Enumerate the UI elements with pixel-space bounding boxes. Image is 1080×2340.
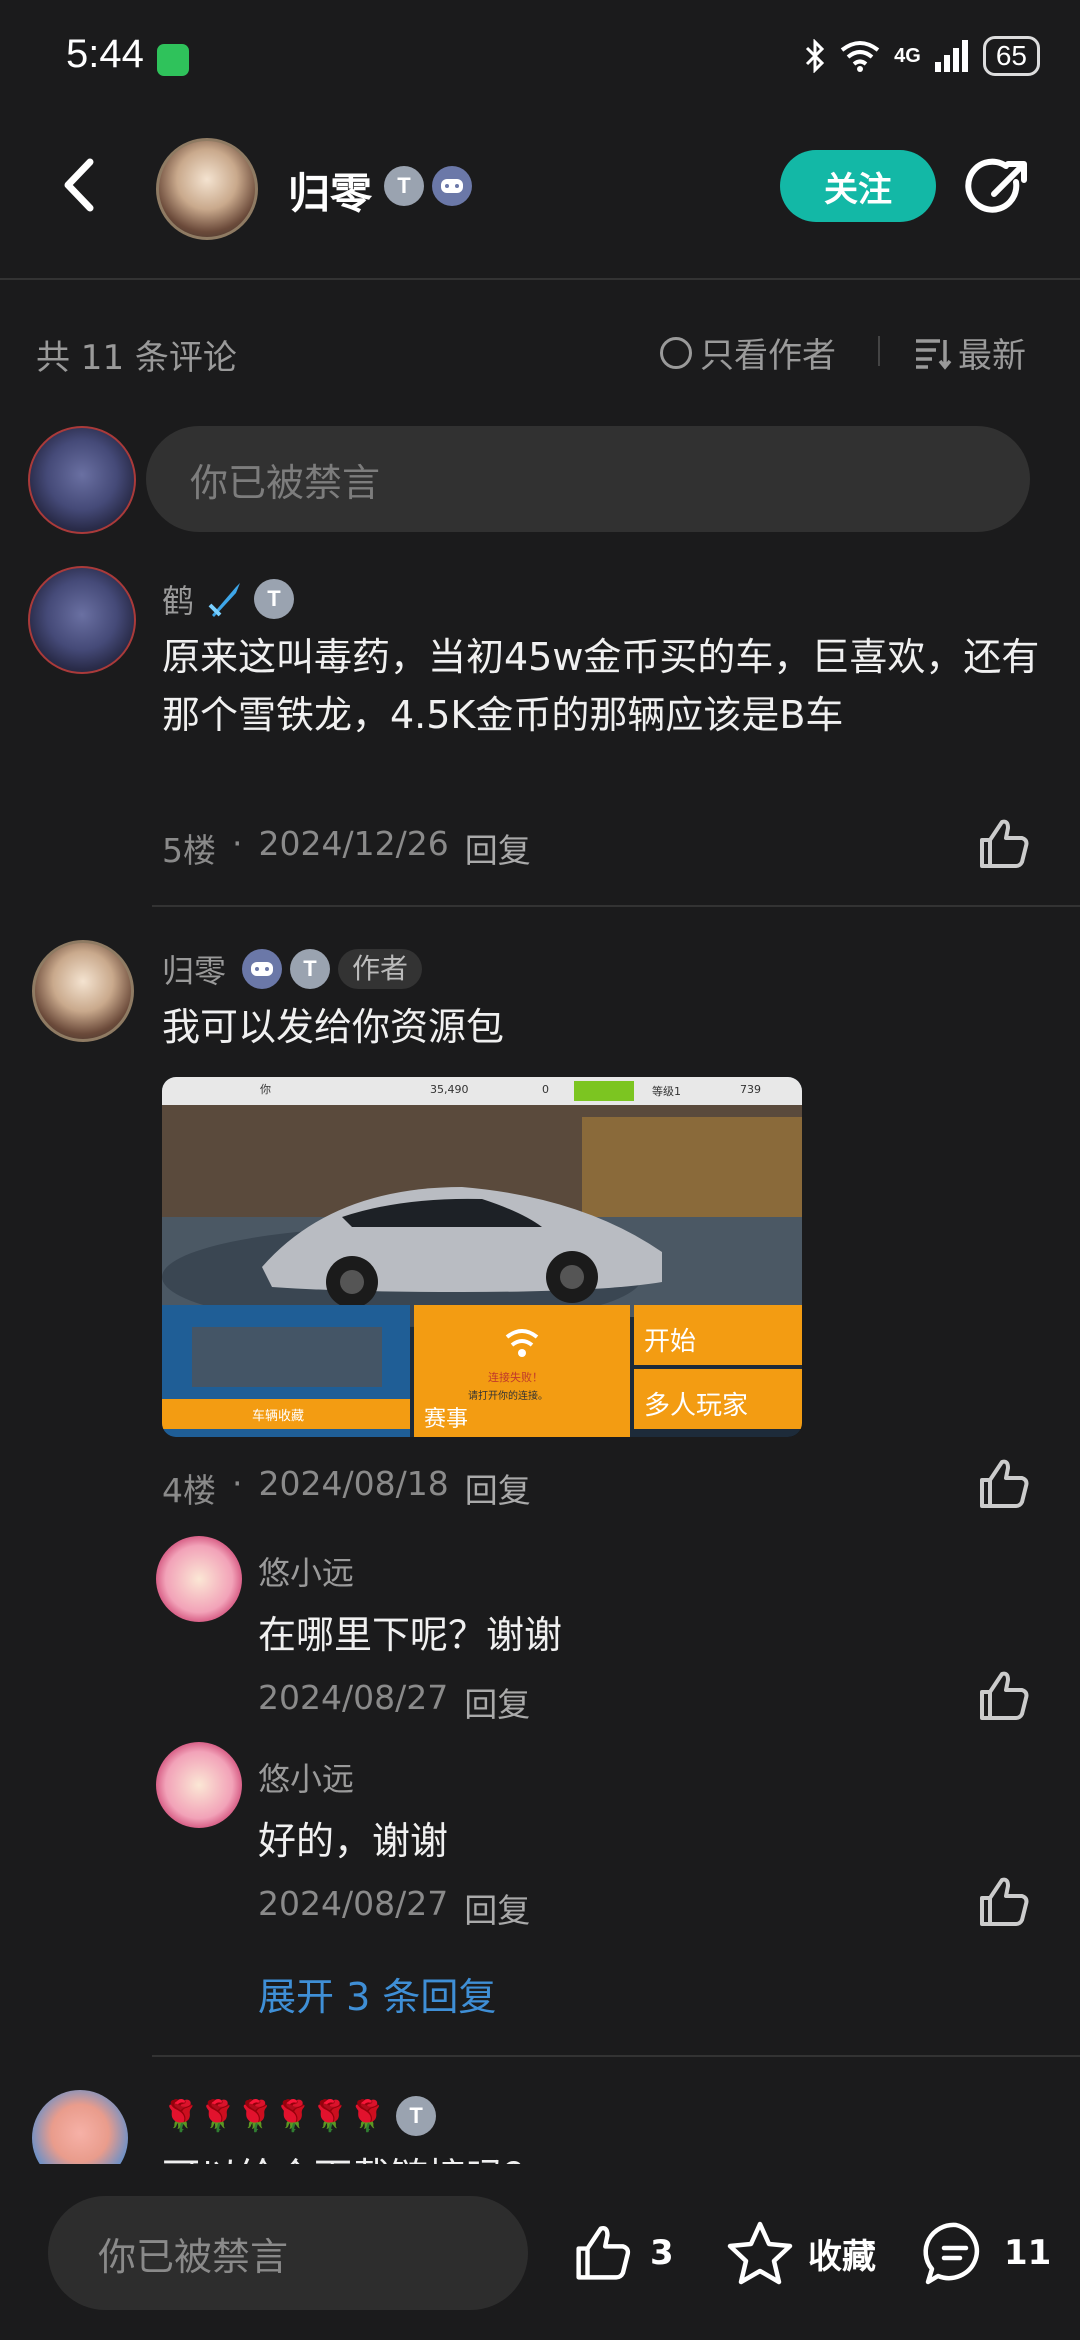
filter-separator: [878, 336, 880, 366]
header-divider: [0, 278, 1080, 280]
like-post-button[interactable]: 3: [570, 2222, 674, 2284]
replier-name[interactable]: 悠小远: [258, 1754, 354, 1800]
image-tile-events: 赛事: [424, 1407, 469, 1432]
level-badge-icon: T: [290, 949, 331, 989]
reply-meta: 2024/08/27 回复: [258, 1678, 530, 1726]
image-top-level: 等级1: [652, 1085, 681, 1098]
commenter-avatar[interactable]: [32, 940, 134, 1042]
image-wifi-text: 连接失败！: [488, 1371, 543, 1384]
comment-header: 鹤 T: [162, 576, 295, 622]
comment-header: 归零 T 作者: [162, 946, 423, 992]
image-top-tokens: 0: [542, 1083, 549, 1096]
comment-bubble-icon: [923, 2222, 980, 2285]
like-count: 3: [650, 2233, 674, 2273]
my-avatar: [28, 426, 136, 534]
author-only-label: 只看作者: [700, 336, 836, 376]
reply-date: 2024/08/27: [258, 1678, 449, 1717]
author-name[interactable]: 归零: [288, 160, 372, 221]
battery-indicator: 65: [982, 36, 1040, 76]
sort-icon: [916, 338, 952, 370]
comment-date: 2024/08/18: [258, 1464, 449, 1503]
comment-text: 我可以发给你资源包: [162, 1005, 505, 1049]
comment-date: 2024/12/26: [258, 824, 449, 863]
image-tile-start: 开始: [644, 1327, 697, 1357]
sort-label: 最新: [958, 336, 1026, 376]
level-badge-icon: T: [254, 579, 295, 619]
follow-button[interactable]: 关注: [780, 150, 936, 222]
collect-label: 收藏: [808, 2236, 876, 2277]
comment-text: 原来这叫毒药，当初45w金币买的车，巨喜欢，还有那个雪铁龙，4.5K金币的那辆应…: [162, 635, 1040, 737]
reply-text: 好的，谢谢: [258, 1819, 449, 1863]
image-tile-garage: 车辆收藏: [252, 1409, 305, 1424]
thumbs-up-icon: [576, 2226, 631, 2280]
reply-button[interactable]: 回复: [465, 824, 531, 872]
star-icon: [727, 2221, 793, 2285]
comment-divider: [152, 2055, 1080, 2057]
image-top-coins: 35,490: [430, 1083, 469, 1096]
comment-header: 🌹🌹🌹🌹🌹🌹 T: [162, 2096, 437, 2136]
like-icon[interactable]: [976, 1668, 1032, 1724]
status-time: 5:44: [66, 32, 144, 76]
comment-meta: 4楼 · 2024/08/18 回复: [162, 1464, 531, 1512]
level-badge-icon: T: [384, 166, 424, 206]
sort-button[interactable]: 最新: [914, 328, 1026, 377]
game-badge-icon: [432, 166, 472, 206]
reply-text: 在哪里下呢？谢谢: [258, 1613, 563, 1657]
back-arrow-icon[interactable]: [50, 150, 110, 220]
collect-button[interactable]: 收藏: [726, 2220, 876, 2286]
commenter-avatar[interactable]: [28, 566, 136, 674]
wifi-icon: [840, 41, 880, 72]
comment-count: 11: [1004, 2233, 1052, 2273]
radio-icon: [660, 336, 692, 369]
image-tile-multiplayer: 多人玩家: [644, 1391, 749, 1421]
floor-number: 5楼: [162, 831, 216, 870]
author-avatar[interactable]: [156, 138, 258, 240]
replier-name[interactable]: 悠小远: [258, 1548, 354, 1594]
replier-avatar[interactable]: [156, 1536, 242, 1622]
image-top-label: 你: [260, 1083, 271, 1096]
comment-meta: 5楼 · 2024/12/26 回复: [162, 824, 531, 872]
reply-button[interactable]: 回复: [464, 1678, 530, 1726]
bluetooth-icon: [806, 39, 825, 73]
author-only-toggle[interactable]: 只看作者: [660, 328, 836, 377]
expand-replies-link[interactable]: 展开 3 条回复: [258, 1966, 496, 2021]
like-icon[interactable]: [976, 816, 1032, 872]
like-icon[interactable]: [976, 1456, 1032, 1512]
meta-dot: ·: [232, 1464, 243, 1503]
wechat-notification-icon: [157, 44, 189, 76]
network-type: 4G: [894, 44, 921, 67]
status-icons: 4G 65: [804, 36, 1040, 76]
reply-button[interactable]: 回复: [464, 1884, 530, 1932]
reply-date: 2024/08/27: [258, 1884, 449, 1923]
share-icon[interactable]: [964, 152, 1036, 224]
image-top-stars: 739: [740, 1083, 761, 1096]
level-badge-icon: T: [396, 2096, 437, 2136]
commenter-name[interactable]: 鹤: [162, 576, 194, 622]
like-icon[interactable]: [976, 1874, 1032, 1930]
bottom-comment-input[interactable]: 你已被禁言: [48, 2196, 528, 2310]
comments-button[interactable]: 11: [922, 2220, 1051, 2286]
floor-number: 4楼: [162, 1471, 216, 1510]
comment-divider: [152, 905, 1080, 907]
commenter-name[interactable]: 归零: [162, 946, 226, 992]
commenter-name[interactable]: 🌹🌹🌹🌹🌹🌹: [162, 2099, 386, 2134]
reply-meta: 2024/08/27 回复: [258, 1884, 530, 1932]
replier-avatar[interactable]: [156, 1742, 242, 1828]
comment-input[interactable]: 你已被禁言: [146, 426, 1030, 532]
sword-badge-icon: [208, 583, 241, 617]
image-wifi-sub: 请打开你的连接。: [468, 1391, 548, 1402]
meta-dot: ·: [232, 824, 243, 863]
comment-count-label: 共 11 条评论: [36, 338, 237, 378]
author-tag: 作者: [338, 949, 423, 989]
comment-image[interactable]: 你 35,490 0 等级1 739 连接失败！ 请打开你的连接。 车辆收藏 赛…: [162, 1077, 802, 1437]
reply-button[interactable]: 回复: [465, 1464, 531, 1512]
game-badge-icon: [242, 949, 283, 989]
signal-icon: [934, 40, 968, 72]
